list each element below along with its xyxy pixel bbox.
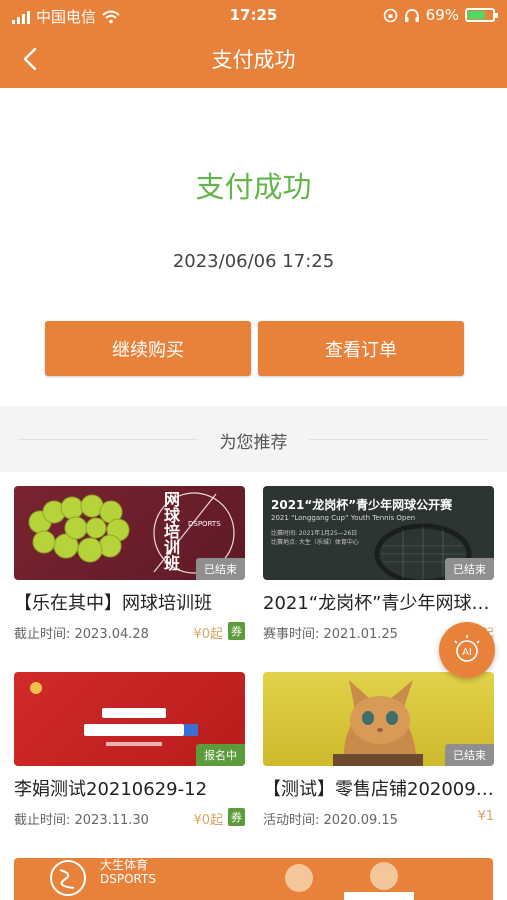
coupon-badge: 券 [228, 808, 245, 826]
continue-shopping-button[interactable]: 继续购买 [45, 321, 251, 376]
card-image-title: 网球培训班 [164, 490, 181, 573]
headphones-icon [404, 8, 419, 22]
card-deadline: 截止时间: 2023.04.28 [14, 627, 149, 642]
battery-fill [468, 11, 485, 19]
status-right: 69% [383, 6, 498, 24]
card-image: 已结束 [263, 672, 494, 766]
top-header: 中国电信 17:25 69% 支付成功 [0, 0, 507, 88]
status-badge: 已结束 [445, 558, 494, 580]
success-message: 支付成功 [195, 170, 312, 204]
card-price: ¥0起 [193, 627, 223, 642]
ai-lightbulb-icon: AI [454, 635, 480, 662]
card-price: ¥0起 [193, 813, 223, 828]
status-bar: 中国电信 17:25 69% [0, 0, 507, 30]
card-image: 报名中 [14, 672, 245, 766]
rotation-lock-icon [383, 8, 397, 22]
card-image-brand: DSPORTS [188, 520, 221, 528]
divider-right [309, 439, 489, 440]
banner-logo: 大生体育 DSPORTS [100, 858, 156, 886]
card-title: 【乐在其中】网球培训班 [14, 593, 212, 614]
card-image: 网球培训班 DSPORTS 已结束 [14, 486, 245, 580]
card-title: 2021“龙岗杯”青少年网球公开赛 [263, 593, 494, 614]
ai-label: AI [462, 647, 472, 658]
battery-percent: 69% [425, 6, 459, 24]
card-title: 【测试】零售店铺20200915 [263, 779, 494, 800]
status-badge: 已结束 [196, 558, 245, 580]
banner-brand-cn: 大生体育 [100, 858, 149, 872]
card-price: ¥1 [477, 809, 494, 824]
page-title: 支付成功 [211, 48, 296, 72]
card-event-time: 赛事时间: 2021.01.25 [263, 627, 398, 642]
recommend-card[interactable]: 报名中 李娟测试20210629-12 截止时间: 2023.11.30 ¥0起… [14, 672, 245, 832]
card-image: 2021“龙岗杯”青少年网球公开赛 2021 “Longgang Cup” Yo… [263, 486, 494, 580]
view-order-button[interactable]: 查看订单 [258, 321, 464, 376]
card-event-time: 活动时间: 2020.09.15 [263, 813, 398, 828]
payment-time: 2023/06/06 17:25 [172, 251, 335, 272]
banner-art [50, 860, 414, 900]
recommend-card[interactable]: 网球培训班 DSPORTS 已结束 【乐在其中】网球培训班 截止时间: 2023… [14, 486, 245, 646]
recommend-title: 为您推荐 [219, 433, 288, 453]
payment-success-panel: 支付成功 2023/06/06 17:25 继续购买 查看订单 [0, 88, 507, 406]
recommend-header: 为您推荐 [0, 406, 507, 472]
coupon-badge: 券 [228, 622, 245, 640]
card-deadline: 截止时间: 2023.11.30 [14, 813, 149, 828]
recommend-card[interactable]: 已结束 【测试】零售店铺20200915 活动时间: 2020.09.15 ¥1 [263, 672, 494, 832]
battery-icon [465, 8, 498, 22]
ai-assistant-button[interactable]: AI [439, 622, 495, 678]
status-badge: 已结束 [445, 744, 494, 766]
banner-brand-en: DSPORTS [100, 872, 156, 886]
card-title: 李娟测试20210629-12 [14, 779, 208, 800]
status-badge: 报名中 [196, 744, 245, 766]
promo-banner[interactable]: 大生体育 DSPORTS [14, 858, 493, 900]
